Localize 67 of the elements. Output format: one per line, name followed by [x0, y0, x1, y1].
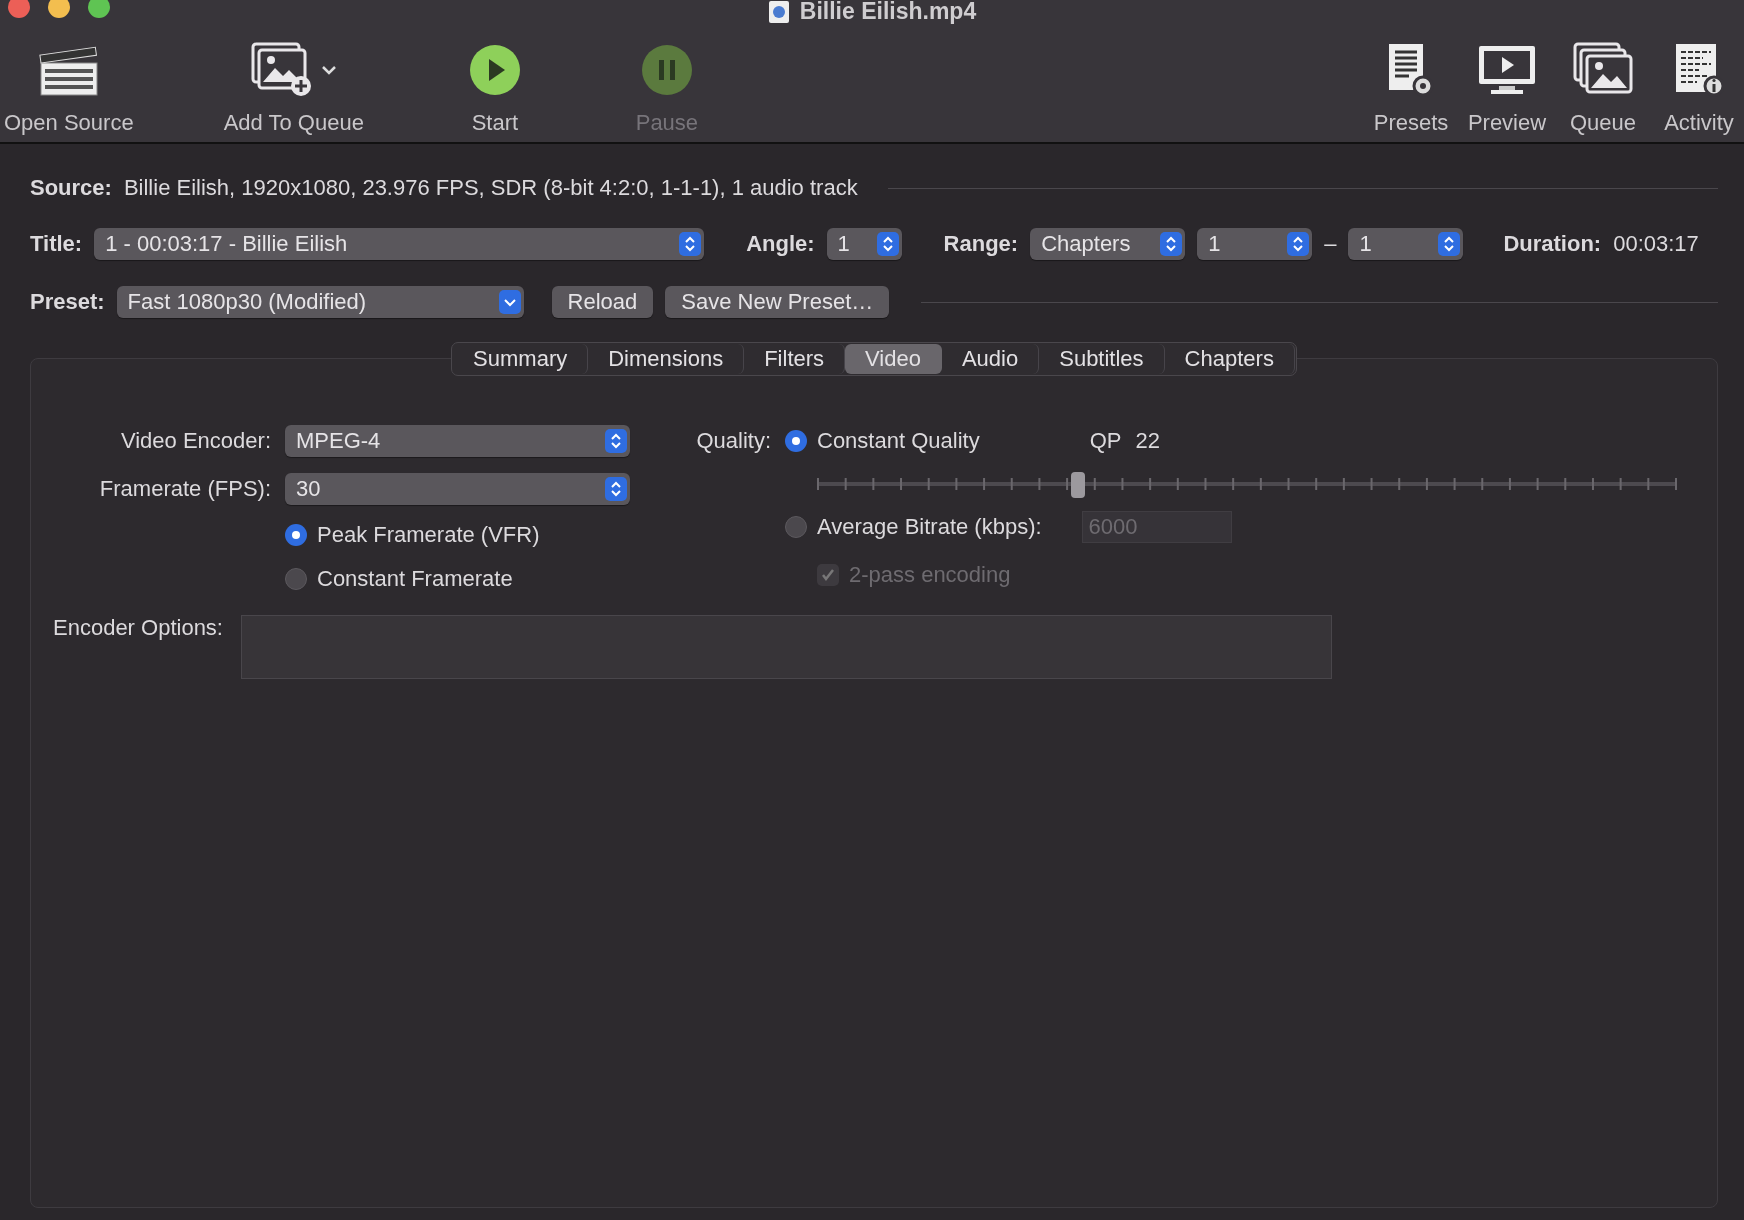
- stepper-icon: [876, 232, 899, 256]
- preset-button[interactable]: Save New Preset…: [665, 286, 890, 318]
- radio-button[interactable]: [285, 524, 307, 546]
- radio-label: Average Bitrate (kbps):: [817, 514, 1042, 540]
- title-label: Title:: [30, 231, 83, 257]
- quality-label: Quality:: [696, 428, 771, 454]
- stepper-icon: [605, 477, 627, 501]
- popup-button[interactable]: 30: [285, 473, 630, 505]
- window-title: Billie Eilish.mp4: [799, 0, 977, 25]
- duration-label: Duration:: [1503, 231, 1602, 257]
- stepper-icon: [1160, 232, 1183, 256]
- encoder-label: Video Encoder:: [120, 428, 271, 454]
- qp-value: 22: [1135, 428, 1160, 454]
- stepper-icon: [679, 232, 702, 256]
- source-info: Billie Eilish, 1920x1080, 23.976 FPS, SDR (8-bit 4:2:0, 1-1-1), 1 audio track: [123, 175, 858, 201]
- toolbar-button[interactable]: Add To Queue: [219, 40, 368, 136]
- play-icon: [468, 44, 521, 96]
- popup-button[interactable]: Fast 1080p30 (Modified): [116, 286, 524, 318]
- preset-button[interactable]: Reload: [551, 286, 654, 318]
- tab[interactable]: Video: [845, 344, 942, 374]
- range-separator: –: [1324, 231, 1337, 257]
- encoder-options-label: Encoder Options:: [53, 615, 223, 642]
- toolbar-button[interactable]: Activity: [1654, 40, 1744, 136]
- zoom-button[interactable]: [88, 0, 110, 18]
- popup-button[interactable]: Chapters: [1030, 228, 1186, 260]
- tab[interactable]: Audio: [941, 344, 1040, 374]
- tab[interactable]: Summary: [453, 344, 589, 374]
- stepper-icon: [605, 429, 627, 453]
- popup-button[interactable]: 1: [1197, 228, 1313, 260]
- checkbox-label: 2-pass encoding: [849, 562, 1011, 588]
- toolbar-button[interactable]: Presets: [1366, 40, 1456, 136]
- popup-button[interactable]: 1 - 00:03:17 - Billie Eilish: [94, 228, 705, 260]
- pause-icon: [640, 44, 693, 96]
- radio-button[interactable]: [285, 568, 307, 590]
- popup-button[interactable]: MPEG-4: [285, 425, 630, 457]
- radio-label: Constant Framerate: [317, 566, 513, 592]
- framerate-label: Framerate (FPS):: [99, 476, 271, 502]
- tab[interactable]: Dimensions: [588, 344, 745, 374]
- tab[interactable]: Chapters: [1164, 344, 1295, 374]
- radio-button[interactable]: [785, 430, 807, 452]
- stepper-icon: [1438, 232, 1461, 256]
- range-label: Range:: [943, 231, 1019, 257]
- qp-label: QP: [1089, 428, 1122, 454]
- preset-label: Preset:: [30, 289, 105, 315]
- minimize-button[interactable]: [48, 0, 70, 18]
- radio-button[interactable]: [785, 516, 807, 538]
- duration-value: 00:03:17: [1613, 231, 1699, 257]
- popup-button[interactable]: 1: [1348, 228, 1464, 260]
- source-label: Source:: [30, 175, 112, 201]
- toolbar-button[interactable]: Queue: [1558, 40, 1648, 136]
- slider-thumb[interactable]: [1070, 472, 1085, 498]
- caret-icon[interactable]: [320, 64, 337, 76]
- toolbar-button[interactable]: Start: [449, 40, 540, 136]
- stepper-icon: [1287, 232, 1310, 256]
- document-icon: [767, 0, 790, 24]
- tab[interactable]: Subtitles: [1039, 344, 1165, 374]
- angle-label: Angle:: [746, 231, 815, 257]
- toolbar-button[interactable]: Preview: [1462, 40, 1552, 136]
- checkmark-icon: [820, 567, 836, 583]
- chevron-down-icon: [498, 290, 521, 314]
- radio-label: Peak Framerate (VFR): [317, 522, 540, 548]
- image-plus-icon: [250, 42, 313, 98]
- radio-label: Constant Quality: [817, 428, 980, 454]
- popup-button[interactable]: 1: [826, 228, 902, 260]
- encoder-options-field[interactable]: [241, 615, 1332, 679]
- toolbar-button[interactable]: Open Source: [0, 40, 138, 136]
- close-button[interactable]: [8, 0, 30, 18]
